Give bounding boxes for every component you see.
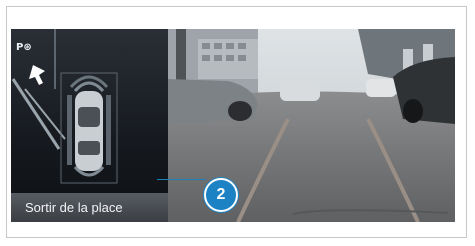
vehicle-icon <box>75 91 103 171</box>
P-wheel-icon: P⊛ <box>16 42 32 53</box>
top-view-panel: P⊛ Sortir de la place <box>11 29 168 222</box>
callout-line <box>157 179 206 180</box>
exit-parking-button[interactable]: Sortir de la place <box>11 193 168 222</box>
callout-badge: 2 <box>204 178 238 212</box>
exit-parking-label: Sortir de la place <box>25 200 123 215</box>
direction-arrow-icon <box>29 65 45 85</box>
